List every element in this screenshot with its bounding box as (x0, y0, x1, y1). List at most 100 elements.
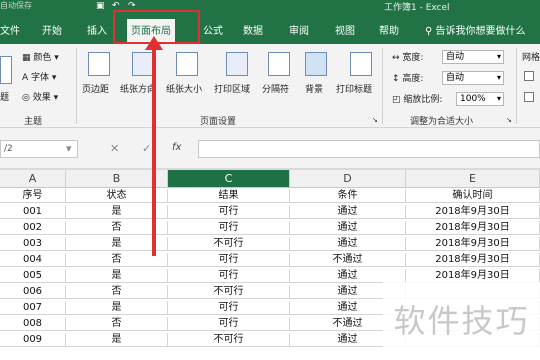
margins-button[interactable]: 页边距 (82, 82, 109, 95)
orientation-button[interactable]: 纸张方向 (120, 82, 156, 95)
table-cell[interactable]: 003 (0, 237, 66, 251)
size-button[interactable]: 纸张大小 (166, 82, 202, 95)
table-header-cell[interactable]: 序号 (0, 189, 66, 203)
table-header-cell[interactable]: 条件 (290, 189, 406, 203)
breaks-button[interactable]: 分隔符 (262, 82, 289, 95)
column-header-C[interactable]: C (168, 170, 290, 188)
table-row: 005 是 可行 通过 2018年9月30日 (0, 269, 540, 283)
table-cell[interactable]: 可行 (168, 301, 290, 315)
group-separator (382, 48, 383, 124)
table-cell[interactable]: 005 (0, 269, 66, 283)
tab-formulas[interactable]: 公式 (203, 22, 223, 37)
table-cell[interactable]: 002 (0, 221, 66, 235)
gridlines-print-checkbox[interactable] (524, 92, 534, 102)
table-header-cell[interactable]: 确认时间 (406, 189, 540, 203)
height-select[interactable]: 自动 (442, 71, 504, 85)
print-area-button[interactable]: 打印区域 (214, 82, 250, 95)
table-cell[interactable]: 是 (66, 269, 168, 283)
table-cell[interactable]: 009 (0, 333, 66, 347)
group-label-theme: 主题 (24, 117, 43, 127)
table-cell[interactable]: 否 (66, 317, 168, 331)
column-header-A[interactable]: A (0, 170, 66, 188)
effects-button[interactable]: ◎ 效果 ▾ (22, 90, 58, 103)
table-cell[interactable]: 可行 (168, 205, 290, 219)
table-cell[interactable]: 可行 (168, 221, 290, 235)
autosave-label[interactable]: 自动保存 (0, 0, 32, 11)
group-label-scale-to-fit: 调整为合适大小 (410, 117, 474, 127)
ribbon-tab-bar: 文件 开始 插入 页面布局 公式 数据 审阅 视图 帮助 ⚲ 告诉我你想要做什么 (0, 14, 540, 44)
height-label: ↕ 高度: (392, 74, 424, 84)
table-cell[interactable]: 006 (0, 285, 66, 299)
table-cell[interactable]: 通过 (290, 205, 406, 219)
background-icon[interactable] (305, 52, 327, 76)
formula-input[interactable] (198, 140, 540, 158)
table-cell[interactable]: 可行 (168, 269, 290, 283)
scale-launcher-icon[interactable]: ↘ (506, 116, 512, 124)
colors-button[interactable]: ▦ 颜色 ▾ (22, 50, 59, 63)
table-cell[interactable]: 2018年9月30日 (406, 205, 540, 219)
table-cell[interactable]: 2018年9月30日 (406, 237, 540, 251)
print-titles-button[interactable]: 打印标题 (336, 82, 372, 95)
themes-partial-label: 题 (0, 93, 10, 103)
print-area-icon[interactable] (226, 52, 248, 76)
table-header-cell[interactable]: 结果 (168, 189, 290, 203)
table-cell[interactable]: 004 (0, 253, 66, 267)
tab-insert[interactable]: 插入 (87, 22, 107, 37)
gridlines-view-checkbox[interactable] (524, 71, 534, 81)
column-header-D[interactable]: D (290, 170, 406, 188)
table-cell[interactable]: 通过 (290, 237, 406, 251)
table-cell[interactable]: 不通过 (290, 253, 406, 267)
margins-icon[interactable] (88, 52, 110, 76)
enter-icon[interactable]: ✓ (142, 142, 151, 155)
tab-help[interactable]: 帮助 (379, 22, 399, 37)
tab-view[interactable]: 视图 (335, 22, 355, 37)
tell-me-search[interactable]: ⚲ 告诉我你想要做什么 (425, 22, 526, 37)
themes-icon[interactable] (0, 56, 12, 84)
name-box-dropdown-icon[interactable]: ▾ (66, 142, 72, 155)
table-row: 001 是 可行 通过 2018年9月30日 (0, 205, 540, 219)
table-cell[interactable]: 007 (0, 301, 66, 315)
table-cell[interactable]: 通过 (290, 269, 406, 283)
formula-bar: /2 ▾ ✕ ✓ fx (0, 128, 540, 168)
table-cell[interactable]: 2018年9月30日 (406, 253, 540, 267)
tab-data[interactable]: 数据 (243, 22, 263, 37)
table-cell[interactable]: 不可行 (168, 333, 290, 347)
annotation-arrow-shaft (152, 44, 156, 256)
table-cell[interactable]: 2018年9月30日 (406, 221, 540, 235)
scale-spinner[interactable]: 100% (456, 92, 504, 106)
table-header-row: 序号 状态 结果 条件 确认时间 (0, 189, 540, 203)
page-setup-launcher-icon[interactable]: ↘ (372, 116, 378, 124)
table-cell[interactable]: 2018年9月30日 (406, 269, 540, 283)
width-label: ↔ 宽度: (392, 53, 424, 63)
breaks-icon[interactable] (268, 52, 290, 76)
orientation-icon[interactable] (132, 52, 154, 76)
table-cell[interactable]: 008 (0, 317, 66, 331)
table-cell[interactable]: 可行 (168, 317, 290, 331)
table-cell[interactable]: 不可行 (168, 237, 290, 251)
table-cell[interactable]: 通过 (290, 221, 406, 235)
size-icon[interactable] (176, 52, 198, 76)
table-cell[interactable]: 是 (66, 333, 168, 347)
insert-function-icon[interactable]: fx (172, 142, 181, 153)
table-cell[interactable]: 是 (66, 301, 168, 315)
width-select[interactable]: 自动 (442, 50, 504, 64)
effects-icon: ◎ (22, 93, 33, 103)
tab-home[interactable]: 开始 (42, 22, 62, 37)
tab-file[interactable]: 文件 (0, 22, 20, 37)
background-button[interactable]: 背景 (305, 82, 323, 95)
colors-icon: ▦ (22, 53, 34, 63)
fonts-button[interactable]: A 字体 ▾ (22, 70, 56, 83)
scale-label: ◰ 缩放比例: (392, 95, 443, 105)
tab-review[interactable]: 审阅 (289, 22, 309, 37)
ribbon-page-layout: ▦ 颜色 ▾ A 字体 ▾ ◎ 效果 ▾ 题 主题 页边距 纸张方向 纸张大小 … (0, 44, 540, 128)
print-titles-icon[interactable] (350, 52, 372, 76)
column-header-E[interactable]: E (406, 170, 540, 188)
table-cell[interactable]: 否 (66, 285, 168, 299)
gridlines-label: 网格 (522, 53, 540, 63)
window-title: 工作簿1 - Excel (384, 3, 450, 13)
table-cell[interactable]: 001 (0, 205, 66, 219)
save-icon[interactable]: ▣ (96, 1, 105, 11)
cancel-icon[interactable]: ✕ (110, 142, 119, 155)
table-cell[interactable]: 不可行 (168, 285, 290, 299)
table-cell[interactable]: 可行 (168, 253, 290, 267)
